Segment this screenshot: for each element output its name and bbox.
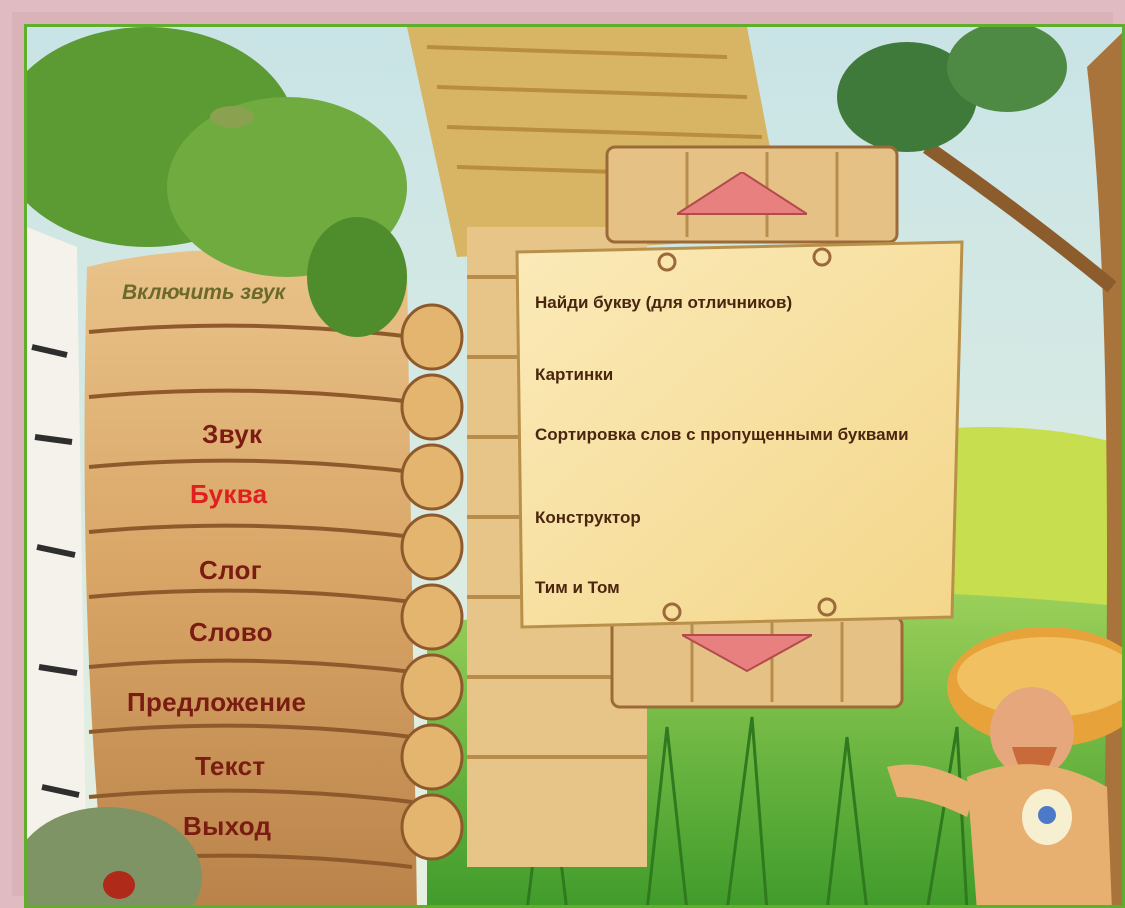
scene: Включить звук Звук Буква Слог Слово Пред… (24, 24, 1125, 908)
menu-item-word[interactable]: Слово (189, 617, 273, 648)
menu-item-text[interactable]: Текст (195, 751, 265, 782)
triangle-down-icon[interactable] (682, 633, 812, 673)
menu-item-syllable[interactable]: Слог (199, 555, 262, 586)
submenu-item-constructor[interactable]: Конструктор (535, 507, 945, 529)
triangle-up-icon[interactable] (677, 172, 807, 217)
background-illustration (27, 27, 1122, 905)
submenu-item-pictures[interactable]: Картинки (535, 364, 945, 386)
menu-item-exit[interactable]: Выход (183, 811, 271, 842)
app-window: Включить звук Звук Буква Слог Слово Пред… (0, 0, 1125, 908)
menu-item-sentence[interactable]: Предложение (127, 687, 306, 718)
submenu-item-sort-words[interactable]: Сортировка слов с пропущенными буквами (535, 424, 940, 446)
menu-item-sound[interactable]: Звук (202, 419, 262, 450)
submenu-item-tim-and-tom[interactable]: Тим и Том (535, 577, 945, 599)
menu-item-letter[interactable]: Буква (190, 479, 267, 510)
sound-toggle-button[interactable]: Включить звук (122, 281, 285, 305)
submenu-item-find-letter[interactable]: Найди букву (для отличников) (535, 292, 945, 314)
